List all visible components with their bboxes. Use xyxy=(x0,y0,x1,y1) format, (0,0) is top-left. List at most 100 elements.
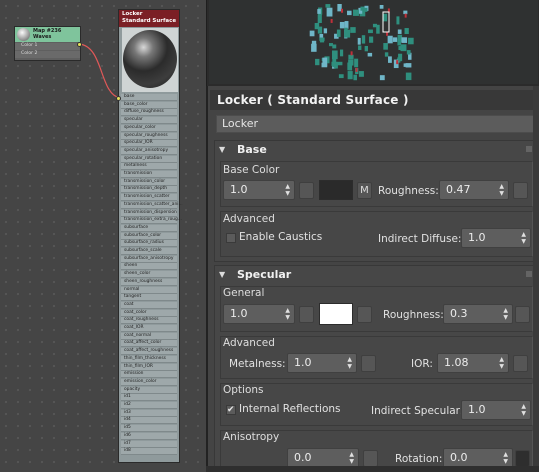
base-weight-spinner[interactable]: 1.0 ▲ ▼ xyxy=(223,180,295,200)
base-roughness-map-button[interactable] xyxy=(513,182,528,199)
spinner-arrows-icon[interactable]: ▲ ▼ xyxy=(521,403,526,417)
material-preview-sphere[interactable] xyxy=(122,28,178,92)
specular-roughness-spinner[interactable]: 0.3 ▲ ▼ xyxy=(443,304,513,324)
material-port-label: id2 xyxy=(124,402,131,407)
material-port-row[interactable]: opacity xyxy=(121,386,177,394)
specular-rollout-header[interactable]: Specular xyxy=(215,266,536,284)
material-port-row[interactable]: thin_film_thickness xyxy=(121,355,177,363)
enable-caustics-checkbox[interactable] xyxy=(226,233,236,243)
spinner-arrows-icon[interactable]: ▲ ▼ xyxy=(503,451,508,465)
spinner-arrows-icon[interactable]: ▲ ▼ xyxy=(349,451,354,465)
minimap-node xyxy=(322,57,328,67)
rotation-spinner[interactable]: 0.0 ▲ ▼ xyxy=(443,448,513,468)
properties-scrollbar[interactable] xyxy=(533,86,539,472)
metalness-spinner[interactable]: 1.0 ▲ ▼ xyxy=(287,353,357,373)
material-port-row[interactable]: base xyxy=(121,94,177,101)
specular-color-swatch[interactable] xyxy=(319,303,353,325)
material-port-row[interactable]: specular_rotation xyxy=(121,155,177,163)
spinner-arrows-icon[interactable]: ▲ ▼ xyxy=(285,183,290,197)
material-port-row[interactable]: id1 xyxy=(121,394,177,402)
spinner-arrows-icon[interactable]: ▲ ▼ xyxy=(521,231,526,245)
spinner-arrows-icon[interactable]: ▲ ▼ xyxy=(503,307,508,321)
internal-reflections-checkbox[interactable]: ✔ xyxy=(226,405,236,415)
material-port-row[interactable]: sheen_roughness xyxy=(121,278,177,286)
metalness-map-button[interactable] xyxy=(361,355,376,372)
specular-weight-map-button[interactable] xyxy=(299,306,314,323)
graph-navigator-view[interactable] xyxy=(206,0,539,86)
rotation-map-button[interactable] xyxy=(515,450,530,467)
locker-material-node[interactable]: Locker Standard Surface base base_color di… xyxy=(116,9,183,463)
base-weight-map-button[interactable] xyxy=(299,182,314,199)
material-port-row[interactable]: coat_affect_color xyxy=(121,340,177,348)
drag-grip-icon[interactable] xyxy=(526,146,532,152)
material-port-row[interactable]: subsurface_anisotropy xyxy=(121,255,177,263)
material-output-port[interactable] xyxy=(116,96,121,101)
base-rollout-header[interactable]: Base xyxy=(215,141,536,159)
material-port-row[interactable]: coat_normal xyxy=(121,332,177,340)
minimap-node xyxy=(314,23,320,30)
material-port-row[interactable]: id6 xyxy=(121,432,177,440)
material-port-row[interactable]: id7 xyxy=(121,440,177,448)
material-port-row[interactable]: subsurface xyxy=(121,224,177,232)
material-port-row[interactable]: id3 xyxy=(121,409,177,417)
material-port-row[interactable]: thin_film_IOR xyxy=(121,363,177,371)
spinner-arrows-icon[interactable]: ▲ ▼ xyxy=(499,356,504,370)
material-port-row[interactable]: base_color xyxy=(121,101,177,109)
waves-port-row[interactable]: Color 1 xyxy=(15,43,80,50)
material-port-row[interactable]: transmission_scatter_ani... xyxy=(121,201,183,209)
waves-port-row[interactable]: Color 2 xyxy=(15,51,80,58)
material-port-row[interactable]: coat_affect_roughness xyxy=(121,348,177,356)
material-port-row[interactable]: transmission_scatter xyxy=(121,194,177,202)
material-port-row[interactable]: coat_roughness xyxy=(121,317,177,325)
material-port-row[interactable]: diffuse_roughness xyxy=(121,109,177,117)
waves-output-port[interactable] xyxy=(77,42,82,47)
material-port-row[interactable]: id8 xyxy=(121,448,177,456)
material-port-row[interactable]: coat_IOR xyxy=(121,325,177,332)
waves-map-node[interactable]: Map #236 Waves Color 1 Color 2 xyxy=(14,26,82,61)
material-port-row[interactable]: coat xyxy=(121,301,177,309)
material-port-row[interactable]: subsurface_color xyxy=(121,232,177,240)
material-port-row[interactable]: specular_anisotropy xyxy=(121,147,177,155)
material-port-row[interactable]: transmission_dispersion xyxy=(121,209,177,217)
material-name-input[interactable]: Locker xyxy=(216,115,538,133)
anisotropy-map-button[interactable] xyxy=(363,450,378,467)
indirect-diffuse-spinner[interactable]: 1.0 ▲ ▼ xyxy=(461,228,531,248)
base-color-swatch[interactable] xyxy=(319,180,353,200)
material-port-row[interactable]: subsurface_scale xyxy=(121,248,177,255)
material-port-row[interactable]: specular_IOR xyxy=(121,140,177,148)
material-port-row[interactable]: subsurface_radius xyxy=(121,240,177,248)
material-port-row[interactable]: id2 xyxy=(121,402,177,409)
ior-map-button[interactable] xyxy=(513,355,528,372)
specular-weight-spinner[interactable]: 1.0 ▲ ▼ xyxy=(223,304,295,324)
material-port-row[interactable]: id4 xyxy=(121,417,177,425)
material-port-row[interactable]: id5 xyxy=(121,425,177,433)
specular-color-map-button[interactable] xyxy=(357,306,372,323)
material-port-row[interactable]: transmission xyxy=(121,171,177,178)
material-port-row[interactable]: transmission_extra_roug... xyxy=(121,217,182,225)
material-port-row[interactable]: transmission_color xyxy=(121,178,177,186)
material-port-row[interactable]: normal xyxy=(121,286,177,294)
node-graph[interactable]: Map #236 Waves Color 1 Color 2 Locker St… xyxy=(0,0,206,472)
drag-grip-icon[interactable] xyxy=(526,271,532,277)
spinner-arrows-icon[interactable]: ▲ ▼ xyxy=(347,356,352,370)
material-port-row[interactable]: specular_color xyxy=(121,124,177,132)
material-port-row[interactable]: metalness xyxy=(121,163,177,171)
material-port-row[interactable]: sheen xyxy=(121,263,177,271)
anisotropy-spinner[interactable]: 0.0 ▲ ▼ xyxy=(287,448,359,468)
spinner-arrows-icon[interactable]: ▲ ▼ xyxy=(499,183,504,197)
ior-spinner[interactable]: 1.08 ▲ ▼ xyxy=(437,353,509,373)
material-port-row[interactable]: coat_color xyxy=(121,309,177,317)
material-port-row[interactable]: specular xyxy=(121,117,177,125)
base-color-map-button[interactable]: M xyxy=(357,182,372,199)
material-port-row[interactable]: specular_roughness xyxy=(121,132,177,140)
material-port-row[interactable]: emission xyxy=(121,371,177,379)
metalness-label: Metalness: xyxy=(229,358,286,370)
material-port-row[interactable]: transmission_depth xyxy=(121,186,177,194)
indirect-specular-spinner[interactable]: 1.0 ▲ ▼ xyxy=(461,400,531,420)
material-port-row[interactable]: emission_color xyxy=(121,378,177,386)
spinner-arrows-icon[interactable]: ▲ ▼ xyxy=(285,307,290,321)
material-port-row[interactable]: tangent xyxy=(121,294,177,302)
material-port-row[interactable]: sheen_color xyxy=(121,271,177,279)
specular-roughness-map-button[interactable] xyxy=(515,306,530,323)
base-roughness-spinner[interactable]: 0.47 ▲ ▼ xyxy=(439,180,509,200)
